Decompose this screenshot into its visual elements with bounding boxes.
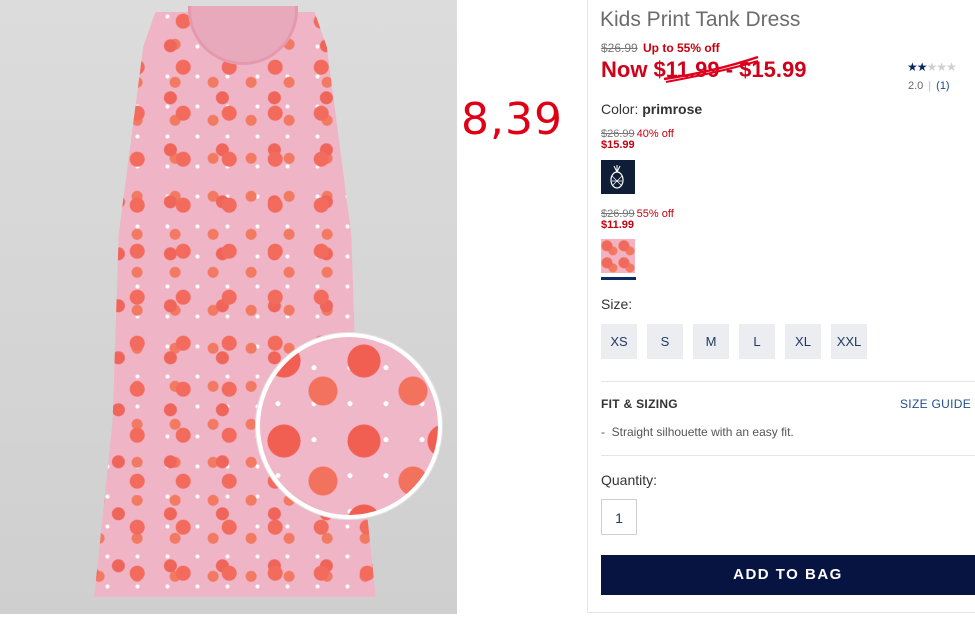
divider [601,381,975,382]
rating-stars[interactable]: ★★★★★ [907,60,957,74]
swatch-price-2: $26.99 55% off $11.99 [601,208,674,231]
swatch-price-1: $26.99 40% off $15.99 [601,128,674,151]
sale-price: Now $11.99 - $15.99 [601,57,807,82]
star-empty-icon: ★ [946,60,957,74]
size-option-s[interactable]: S [647,324,683,359]
selected-swatch-indicator [601,277,636,280]
product-image[interactable] [0,0,457,614]
star-empty-icon: ★ [926,60,938,74]
rating-summary: 2.0 | (1) [908,80,950,92]
divider [601,455,975,456]
pineapple-icon [610,165,624,189]
size-guide-link[interactable]: SIZE GUIDE [900,397,971,411]
selected-color: primrose [642,101,703,117]
color-swatch-primrose[interactable] [601,239,635,273]
size-option-m[interactable]: M [693,324,729,359]
review-count-link[interactable]: (1) [936,80,949,92]
size-option-xxl[interactable]: XXL [831,324,867,359]
quantity-label: Quantity: [601,472,658,488]
handwritten-price-annotation: 8,39 [461,94,563,145]
fit-sizing-heading: FIT & SIZING [601,397,678,411]
size-option-l[interactable]: L [739,324,775,359]
star-filled-icon: ★ [916,60,928,74]
fit-description: - Straight silhouette with an easy fit. [601,425,794,439]
add-to-bag-button[interactable]: ADD TO BAG [601,555,975,595]
star-empty-icon: ★ [936,60,947,74]
star-filled-icon: ★ [907,60,918,74]
product-title: Kids Print Tank Dress [600,8,801,31]
color-label: Color: primrose [601,101,703,117]
rating-value: 2.0 [908,80,924,92]
discount-badge: Up to 55% off [643,41,720,55]
quantity-input[interactable]: 1 [601,499,637,535]
original-price: $26.99 [601,41,638,55]
size-label: Size: [601,296,633,312]
size-option-xl[interactable]: XL [785,324,821,359]
fabric-zoom-detail [256,333,442,519]
size-option-xs[interactable]: XS [601,324,637,359]
